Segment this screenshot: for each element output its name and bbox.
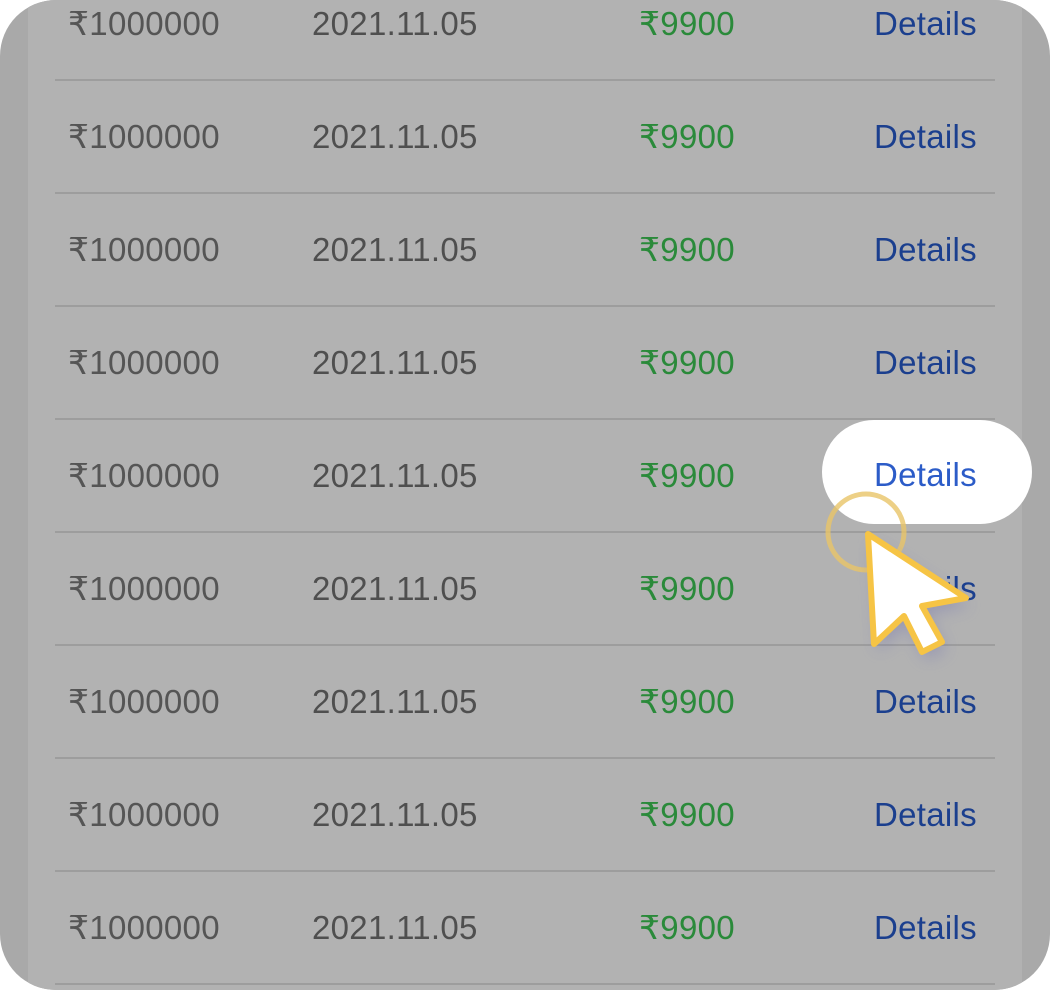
screen-frame: ₹1000000 2021.11.05 ₹9900 Details ₹1000000 20… bbox=[0, 0, 1050, 990]
amount-cell: ₹1000000 bbox=[68, 5, 220, 42]
date-cell: 2021.11.05 bbox=[312, 683, 478, 720]
amount-cell: ₹1000000 bbox=[68, 118, 220, 155]
amount-cell: ₹1000000 bbox=[68, 683, 220, 720]
table-row: ₹1000000 2021.11.05 ₹9900 Details bbox=[55, 81, 995, 194]
fee-cell: ₹9900 bbox=[639, 570, 735, 607]
date-cell: 2021.11.05 bbox=[312, 909, 478, 946]
table-row: ₹1000000 2021.11.05 ₹9900 Details bbox=[55, 307, 995, 420]
fee-cell: ₹9900 bbox=[639, 5, 735, 42]
pointer-arrow-icon bbox=[825, 491, 970, 660]
details-link[interactable]: Details bbox=[874, 872, 977, 983]
table-row: ₹1000000 2021.11.05 ₹9900 Details bbox=[55, 194, 995, 307]
table-row: ₹1000000 2021.11.05 ₹9900 Details bbox=[55, 759, 995, 872]
fee-cell: ₹9900 bbox=[639, 796, 735, 833]
details-link[interactable]: Details bbox=[874, 759, 977, 870]
fee-cell: ₹9900 bbox=[639, 118, 735, 155]
table-row: ₹1000000 2021.11.05 ₹9900 Details bbox=[55, 0, 995, 81]
amount-cell: ₹1000000 bbox=[68, 231, 220, 268]
fee-cell: ₹9900 bbox=[639, 909, 735, 946]
amount-cell: ₹1000000 bbox=[68, 457, 220, 494]
details-link[interactable]: Details bbox=[874, 307, 977, 418]
amount-cell: ₹1000000 bbox=[68, 344, 220, 381]
date-cell: 2021.11.05 bbox=[312, 457, 478, 494]
details-link[interactable]: Details bbox=[874, 0, 977, 79]
amount-cell: ₹1000000 bbox=[68, 570, 220, 607]
date-cell: 2021.11.05 bbox=[312, 5, 478, 42]
fee-cell: ₹9900 bbox=[639, 344, 735, 381]
date-cell: 2021.11.05 bbox=[312, 570, 478, 607]
date-cell: 2021.11.05 bbox=[312, 231, 478, 268]
amount-cell: ₹1000000 bbox=[68, 796, 220, 833]
table-row: ₹1000000 2021.11.05 ₹9900 Details bbox=[55, 872, 995, 985]
fee-cell: ₹9900 bbox=[639, 231, 735, 268]
fee-cell: ₹9900 bbox=[639, 683, 735, 720]
amount-cell: ₹1000000 bbox=[68, 909, 220, 946]
details-link[interactable]: Details bbox=[874, 194, 977, 305]
date-cell: 2021.11.05 bbox=[312, 344, 478, 381]
details-link[interactable]: Details bbox=[874, 81, 977, 192]
date-cell: 2021.11.05 bbox=[312, 796, 478, 833]
date-cell: 2021.11.05 bbox=[312, 118, 478, 155]
fee-cell: ₹9900 bbox=[639, 457, 735, 494]
